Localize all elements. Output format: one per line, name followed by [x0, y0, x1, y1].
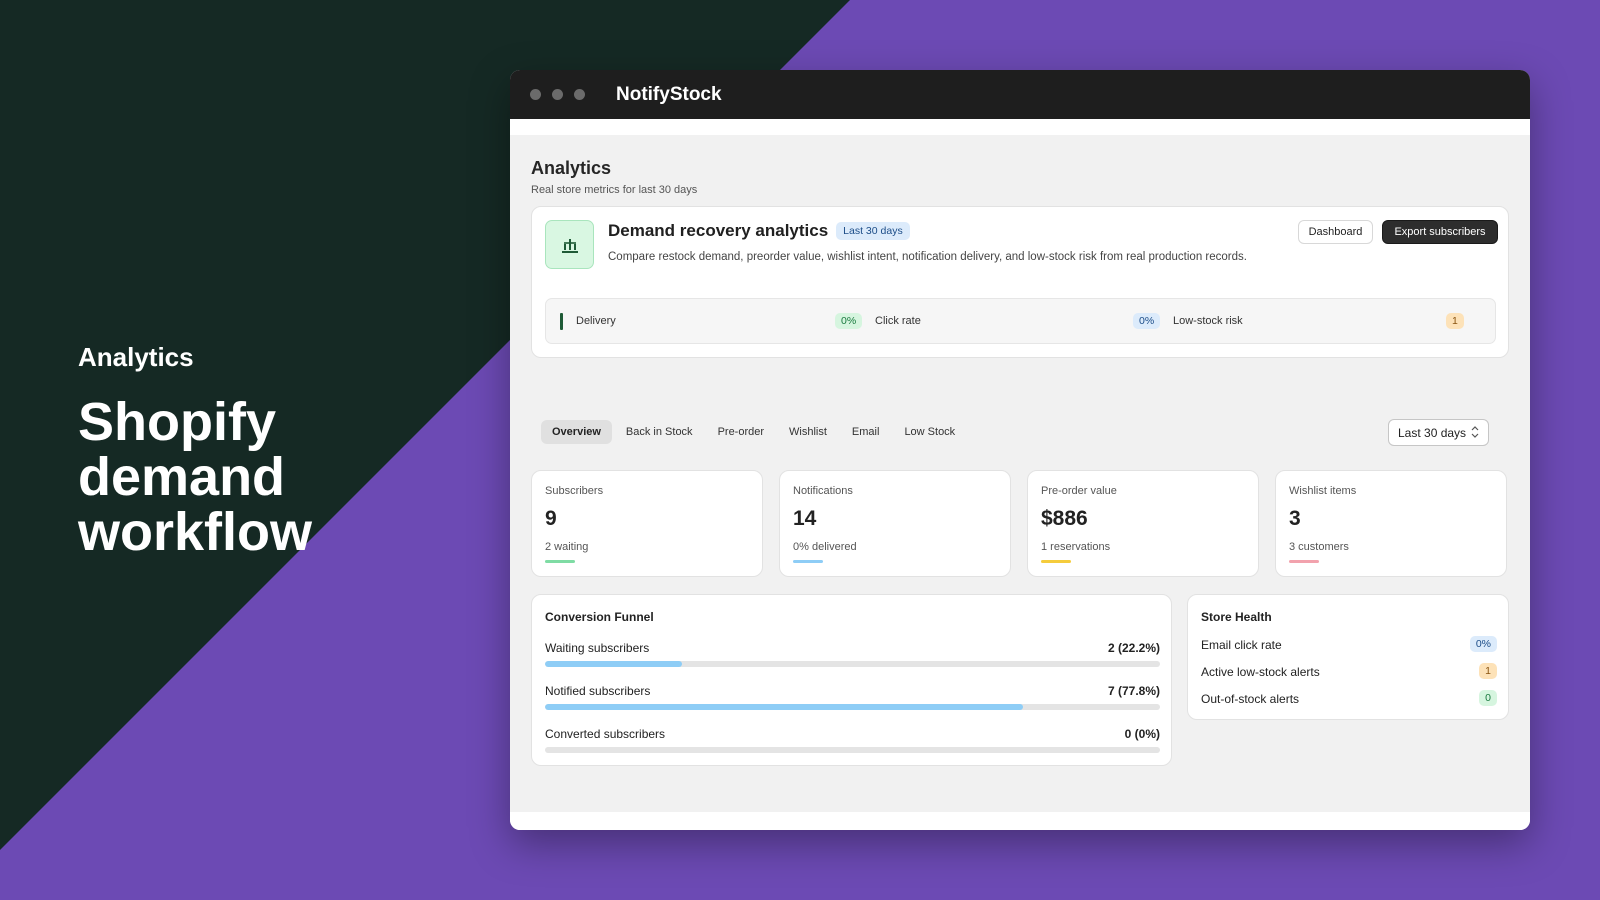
tab-email[interactable]: Email: [841, 420, 891, 444]
hero-text: Analytics Shopify demand workflow: [78, 342, 312, 560]
top-strip: [510, 119, 1530, 135]
tab-overview[interactable]: Overview: [541, 420, 612, 444]
funnel-row-value: 7 (77.8%): [1107, 684, 1160, 698]
funnel-row-value: 0 (0%): [1124, 727, 1160, 741]
page-title: Analytics: [531, 158, 612, 178]
metric-label: Pre-order value: [1041, 485, 1117, 497]
metric-accent-bar: [545, 560, 575, 563]
metric-accent-bar: [793, 560, 823, 563]
analytics-tabs: Overview Back in Stock Pre-order Wishlis…: [541, 420, 969, 444]
click-rate-badge: 0%: [1133, 313, 1161, 329]
funnel-progress-track: [545, 661, 1160, 667]
app-title: NotifyStock: [616, 83, 722, 105]
metric-accent-bar: [1289, 560, 1319, 563]
analytics-page: Analytics Real store metrics for last 30…: [531, 158, 1509, 766]
health-row-label: Out-of-stock alerts: [1201, 692, 1300, 706]
metric-value: 14: [793, 507, 817, 530]
export-subscribers-button[interactable]: Export subscribers: [1382, 220, 1498, 244]
date-range-select[interactable]: Last 30 days: [1388, 419, 1489, 446]
metric-label: Subscribers: [545, 485, 604, 497]
funnel-progress-fill: [545, 704, 1024, 710]
analytics-chart-icon: [545, 220, 594, 269]
funnel-row-label: Notified subscribers: [545, 684, 651, 698]
click-rate-label: Click rate: [875, 315, 921, 327]
metric-value: 3: [1289, 507, 1301, 530]
bottom-strip: [510, 812, 1530, 830]
metric-card-notifications: Notifications 14 0% delivered: [779, 470, 1011, 577]
metric-card-preorder-value: Pre-order value $886 1 reservations: [1027, 470, 1259, 577]
funnel-progress-fill: [545, 661, 682, 667]
window-maximize-dot[interactable]: [574, 89, 585, 100]
metric-subtext: 3 customers: [1289, 541, 1349, 553]
updown-chevron-icon: [1471, 425, 1479, 442]
window-titlebar: NotifyStock: [510, 70, 1530, 119]
summary-stats-strip: Delivery 0% Click rate 0% Low-stock risk…: [545, 298, 1496, 344]
hero-kicker: Analytics: [78, 342, 194, 372]
period-badge: Last 30 days: [836, 222, 910, 240]
metric-subtext: 2 waiting: [545, 541, 589, 553]
delivery-label: Delivery: [576, 315, 616, 327]
funnel-row-label: Waiting subscribers: [545, 641, 650, 655]
hero-title: Shopify demand workflow: [78, 392, 313, 562]
metric-label: Notifications: [793, 485, 853, 497]
metric-accent-bar: [1041, 560, 1071, 563]
dashboard-button[interactable]: Dashboard: [1298, 220, 1373, 244]
health-row-label: Email click rate: [1201, 638, 1282, 652]
metric-subtext: 0% delivered: [793, 541, 857, 553]
date-range-value: Last 30 days: [1398, 425, 1467, 440]
health-row-out-of-stock-alerts: Out-of-stock alerts 0: [1201, 690, 1497, 706]
conversion-funnel-card: Conversion Funnel Waiting subscribers 2 …: [531, 594, 1172, 766]
tab-back-in-stock[interactable]: Back in Stock: [615, 420, 704, 444]
strip-accent-mark: [560, 313, 563, 330]
funnel-progress-track: [545, 747, 1160, 753]
metric-value: 9: [545, 507, 557, 530]
metric-card-wishlist-items: Wishlist items 3 3 customers: [1275, 470, 1507, 577]
funnel-row-value: 2 (22.2%): [1107, 641, 1160, 655]
page-subtitle: Real store metrics for last 30 days: [531, 184, 698, 196]
card-title: Demand recovery analytics Last 30 days: [608, 221, 910, 241]
health-row-low-stock-alerts: Active low-stock alerts 1: [1201, 663, 1497, 679]
funnel-progress-track: [545, 704, 1160, 710]
health-row-badge: 1: [1479, 663, 1497, 679]
window-minimize-dot[interactable]: [552, 89, 563, 100]
store-health-card: Store Health Email click rate 0% Active …: [1187, 594, 1509, 720]
card-title-text: Demand recovery analytics: [608, 221, 829, 240]
tab-low-stock[interactable]: Low Stock: [893, 420, 966, 444]
demand-recovery-card: Demand recovery analytics Last 30 days C…: [531, 206, 1509, 358]
window-close-dot[interactable]: [530, 89, 541, 100]
app-window: NotifyStock Analytics Real store metrics…: [510, 70, 1530, 830]
low-stock-risk-badge: 1: [1446, 313, 1464, 329]
metric-card-subscribers: Subscribers 9 2 waiting: [531, 470, 763, 577]
metric-subtext: 1 reservations: [1041, 541, 1111, 553]
health-row-label: Active low-stock alerts: [1201, 665, 1320, 679]
health-row-email-click-rate: Email click rate 0%: [1201, 636, 1497, 652]
health-row-badge: 0: [1479, 690, 1497, 706]
metric-label: Wishlist items: [1289, 485, 1357, 497]
tab-wishlist[interactable]: Wishlist: [778, 420, 838, 444]
delivery-badge: 0%: [835, 313, 863, 329]
funnel-row-label: Converted subscribers: [545, 727, 666, 741]
metric-value: $886: [1041, 507, 1088, 530]
funnel-title: Conversion Funnel: [545, 610, 654, 624]
health-title: Store Health: [1201, 610, 1272, 624]
low-stock-risk-label: Low-stock risk: [1173, 315, 1243, 327]
health-row-badge: 0%: [1469, 636, 1497, 652]
card-description: Compare restock demand, preorder value, …: [608, 251, 1247, 263]
tab-pre-order[interactable]: Pre-order: [707, 420, 775, 444]
